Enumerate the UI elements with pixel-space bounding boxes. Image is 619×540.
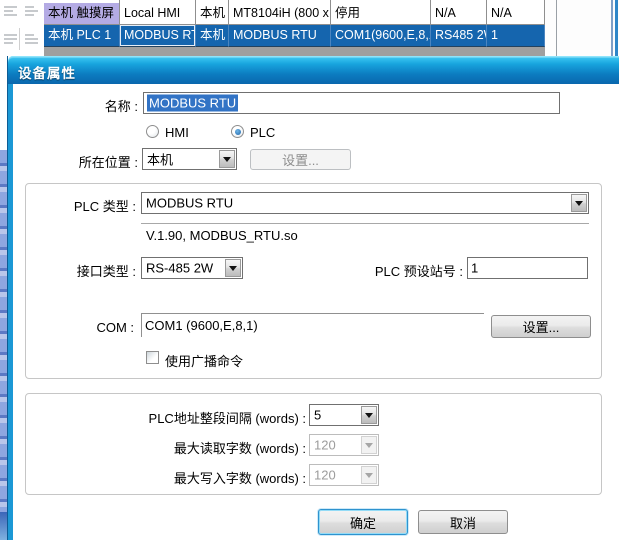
dropdown-arrow-icon[interactable] — [225, 259, 241, 277]
cell-model[interactable]: MT8104iH (800 x... — [229, 3, 331, 25]
align-toolbar-icon[interactable] — [24, 4, 39, 18]
cell-device-type[interactable]: Local HMI — [120, 3, 196, 25]
interface-label: 接口类型 : — [36, 261, 136, 280]
ok-button[interactable]: 确定 — [318, 509, 408, 535]
cell-model[interactable]: MODBUS RTU — [229, 25, 331, 47]
interval-label: PLC地址整段间隔 (words) : — [46, 408, 306, 427]
station-input[interactable]: 1 — [467, 257, 588, 279]
device-table: 本机 触摸屏 Local HMI 本机 MT8104iH (800 x... 停… — [44, 0, 545, 47]
plc-settings-groupbox: PLC 类型 : MODBUS RTU V.1.90, MODBUS_RTU.s… — [25, 183, 602, 379]
dialog-title: 设备属性 — [18, 62, 76, 82]
size-toolbar-icon[interactable] — [24, 32, 39, 46]
align-toolbar-icon[interactable] — [3, 4, 18, 18]
name-input[interactable]: MODBUS RTU — [143, 92, 560, 114]
panel-divider — [611, 0, 613, 56]
dialog-title-bar[interactable]: 设备属性 — [8, 56, 619, 84]
plc-radio[interactable] — [231, 125, 244, 138]
size-toolbar-icon[interactable] — [3, 32, 18, 46]
plc-type-combobox[interactable]: MODBUS RTU — [141, 192, 589, 214]
table-row-plc-selected[interactable]: 本机 PLC 1 MODBUS RTU 本机 MODBUS RTU COM1(9… — [44, 25, 545, 47]
com-display: COM1 (9600,E,8,1) — [141, 313, 484, 337]
cell-device-name[interactable]: 本机 触摸屏 — [44, 3, 120, 25]
device-properties-dialog: 设备属性 名称 : MODBUS RTU HMI PLC 所在位置 : 本机 设… — [8, 56, 619, 540]
cell-device-type-focused[interactable]: MODBUS RTU — [120, 25, 196, 47]
driver-version-text: V.1.90, MODBUS_RTU.so — [146, 228, 298, 243]
location-label: 所在位置 : — [28, 152, 138, 171]
cell-location[interactable]: 本机 — [196, 3, 229, 25]
name-input-value: MODBUS RTU — [147, 95, 238, 112]
panel-divider — [556, 0, 557, 56]
com-value: COM1 (9600,E,8,1) — [145, 318, 258, 333]
dropdown-arrow-icon — [361, 436, 377, 454]
name-label: 名称 : — [38, 96, 138, 115]
com-label: COM : — [56, 320, 134, 335]
max-write-label: 最大写入字数 (words) : — [46, 468, 306, 487]
interface-value: RS-485 2W — [146, 261, 213, 276]
table-row-local-hmi[interactable]: 本机 触摸屏 Local HMI 本机 MT8104iH (800 x... 停… — [44, 3, 545, 25]
max-read-value: 120 — [314, 438, 336, 453]
cell-location[interactable]: 本机 — [196, 25, 229, 47]
com-settings-button[interactable]: 设置... — [491, 315, 591, 338]
broadcast-checkbox-label: 使用广播命令 — [165, 351, 243, 370]
cell-com[interactable]: COM1(9600,E,8,1) — [331, 25, 431, 47]
location-settings-button[interactable]: 设置... — [250, 149, 351, 170]
plc-type-label: PLC 类型 : — [36, 196, 136, 215]
interval-combobox[interactable]: 5 — [309, 404, 379, 426]
station-label: PLC 预设站号 : — [346, 261, 463, 280]
panel-divider — [615, 0, 618, 56]
dialog-body: 名称 : MODBUS RTU HMI PLC 所在位置 : 本机 设置... … — [8, 84, 619, 540]
station-input-value: 1 — [471, 261, 478, 276]
location-value: 本机 — [147, 150, 173, 169]
driver-separator-line — [141, 223, 589, 224]
max-write-combobox: 120 — [309, 464, 379, 486]
toolbar-separator — [19, 28, 20, 50]
dropdown-arrow-icon[interactable] — [219, 150, 235, 168]
dropdown-arrow-icon — [361, 466, 377, 484]
max-read-combobox: 120 — [309, 434, 379, 456]
cell-interface[interactable]: N/A — [431, 3, 487, 25]
address-interval-groupbox: PLC地址整段间隔 (words) : 5 最大读取字数 (words) : 1… — [25, 393, 602, 495]
broadcast-checkbox[interactable] — [146, 351, 159, 364]
cell-device-name[interactable]: 本机 PLC 1 — [44, 25, 120, 47]
dropdown-arrow-icon[interactable] — [571, 194, 587, 212]
dropdown-arrow-icon[interactable] — [361, 406, 377, 424]
plc-type-value: MODBUS RTU — [146, 196, 233, 211]
hmi-radio[interactable] — [146, 125, 159, 138]
interval-value: 5 — [314, 408, 321, 423]
cell-station[interactable]: N/A — [487, 3, 545, 25]
left-toolbar-footer — [0, 512, 8, 540]
right-panel-fragment — [545, 0, 619, 56]
location-combobox[interactable]: 本机 — [142, 148, 237, 170]
cell-station[interactable]: 1 — [487, 25, 545, 47]
cancel-button[interactable]: 取消 — [418, 510, 508, 534]
cell-com[interactable]: 停用 — [331, 3, 431, 25]
hmi-radio-label: HMI — [165, 125, 189, 140]
max-write-value: 120 — [314, 468, 336, 483]
plc-radio-label: PLC — [250, 125, 275, 140]
table-footer-strip — [44, 47, 545, 56]
left-toolbar-fragment — [0, 55, 8, 540]
left-toolbar-icons — [0, 150, 8, 512]
max-read-label: 最大读取字数 (words) : — [46, 438, 306, 457]
interface-combobox[interactable]: RS-485 2W — [141, 257, 243, 279]
cell-interface[interactable]: RS485 2W — [431, 25, 487, 47]
